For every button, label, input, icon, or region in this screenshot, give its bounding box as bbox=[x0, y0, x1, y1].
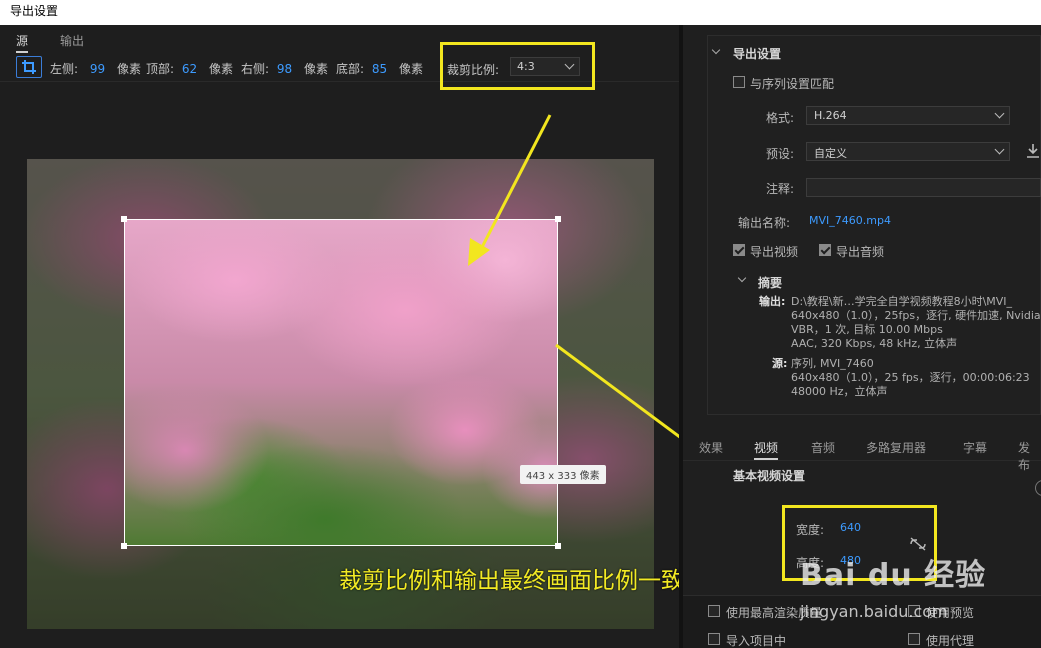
max-render-quality-checkbox[interactable] bbox=[708, 605, 720, 617]
output-name-link[interactable]: MVI_7460.mp4 bbox=[809, 214, 891, 227]
preset-select[interactable]: 自定义 bbox=[806, 142, 1010, 161]
match-sequence-label: 与序列设置匹配 bbox=[750, 77, 835, 91]
video-preview: 443 x 333 像素 bbox=[27, 159, 654, 629]
export-video-label: 导出视频 bbox=[750, 245, 799, 259]
crop-left-value[interactable]: 99 bbox=[90, 62, 105, 76]
export-video-checkbox[interactable] bbox=[733, 244, 745, 256]
crop-top-label: 顶部: bbox=[146, 62, 175, 76]
summary-output-line-4: AAC, 320 Kbps, 48 kHz, 立体声 bbox=[791, 337, 958, 350]
crop-top-unit: 像素 bbox=[208, 62, 233, 76]
summary-source-line-2: 640x480（1.0），25 fps，逐行，00:00:06:23 bbox=[791, 371, 1030, 384]
import-into-project-checkbox[interactable] bbox=[708, 633, 720, 645]
tab-video[interactable]: 视频 bbox=[754, 439, 779, 460]
use-proxy-label: 使用代理 bbox=[926, 634, 975, 648]
crop-right-value[interactable]: 98 bbox=[277, 62, 292, 76]
annotation-caption: 裁剪比例和输出最终画面比例一致 bbox=[339, 568, 684, 594]
crop-left-field: 左侧: 99 像素 bbox=[50, 60, 141, 77]
crop-handle-top-right[interactable] bbox=[555, 216, 561, 222]
crop-size-badge: 443 x 333 像素 bbox=[520, 465, 606, 484]
tab-source[interactable]: 源 bbox=[16, 32, 29, 53]
crop-left-unit: 像素 bbox=[116, 62, 141, 76]
use-proxy-checkbox[interactable] bbox=[908, 633, 920, 645]
crop-bottom-unit: 像素 bbox=[398, 62, 423, 76]
summary-output-label: 输出: bbox=[759, 295, 786, 308]
export-audio-label: 导出音频 bbox=[836, 245, 885, 259]
chevron-down-icon bbox=[994, 108, 1005, 119]
tab-output[interactable]: 输出 bbox=[60, 32, 84, 49]
crop-ratio-highlight bbox=[440, 42, 595, 90]
import-into-project-label: 导入项目中 bbox=[726, 634, 787, 648]
summary-source-label: 源: bbox=[772, 357, 788, 370]
summary-source-line-3: 48000 Hz，立体声 bbox=[791, 385, 888, 398]
crop-bottom-label: 底部: bbox=[336, 62, 365, 76]
export-audio-checkbox[interactable] bbox=[819, 244, 831, 256]
watermark-site: jingyan.baidu.com bbox=[800, 602, 948, 621]
comment-label: 注释: bbox=[766, 182, 795, 196]
format-label: 格式: bbox=[766, 111, 795, 125]
crop-right-unit: 像素 bbox=[303, 62, 328, 76]
match-sequence-checkbox[interactable] bbox=[733, 76, 745, 88]
tab-publish[interactable]: 发布 bbox=[1018, 439, 1041, 473]
tab-audio[interactable]: 音频 bbox=[811, 439, 835, 456]
tab-multiplexer[interactable]: 多路复用器 bbox=[866, 439, 926, 456]
summary-output-line-2: 640x480（1.0），25fps，逐行, 硬件加速, Nvidia bbox=[791, 309, 1041, 322]
crop-bottom-field: 底部: 85 像素 bbox=[336, 60, 423, 77]
crop-icon bbox=[22, 60, 36, 74]
summary-title: 摘要 bbox=[758, 276, 783, 290]
summary-source-line-1: 序列, MVI_7460 bbox=[791, 357, 874, 370]
crop-left-label: 左侧: bbox=[50, 62, 79, 76]
crop-bottom-value[interactable]: 85 bbox=[372, 62, 387, 76]
tab-effects[interactable]: 效果 bbox=[699, 439, 723, 456]
export-settings-title: 导出设置 bbox=[733, 47, 782, 61]
crop-handle-top-left[interactable] bbox=[121, 216, 127, 222]
tab-captions[interactable]: 字幕 bbox=[963, 439, 987, 456]
crop-region[interactable] bbox=[124, 219, 558, 546]
crop-handle-bottom-right[interactable] bbox=[555, 543, 561, 549]
comment-input[interactable] bbox=[806, 178, 1041, 197]
panel-knob[interactable] bbox=[1035, 480, 1041, 496]
baidu-watermark: Bai du 经验 jingyan.baidu.com bbox=[800, 550, 987, 621]
window-title: 导出设置 bbox=[0, 0, 1041, 25]
crop-right-label: 右侧: bbox=[241, 62, 270, 76]
crop-tool-button[interactable] bbox=[16, 56, 42, 78]
basic-video-settings-title: 基本视频设置 bbox=[733, 469, 806, 483]
format-value: H.264 bbox=[814, 109, 847, 122]
crop-right-field: 右侧: 98 像素 bbox=[241, 60, 328, 77]
chevron-down-icon bbox=[994, 144, 1005, 155]
summary-output-line-3: VBR，1 次, 目标 10.00 Mbps bbox=[791, 323, 943, 336]
watermark-logo: Bai du 经验 bbox=[800, 558, 987, 593]
summary-output-line-1: D:\教程\新…学完全自学视频教程8小时\MVI_ bbox=[791, 295, 1013, 308]
crop-handle-bottom-left[interactable] bbox=[121, 543, 127, 549]
crop-top-value[interactable]: 62 bbox=[182, 62, 197, 76]
save-preset-icon[interactable] bbox=[1026, 143, 1040, 159]
settings-tabs: 效果 视频 音频 多路复用器 字幕 发布 bbox=[683, 433, 1041, 472]
crop-top-field: 顶部: 62 像素 bbox=[146, 60, 233, 77]
preset-label: 预设: bbox=[766, 147, 795, 161]
preset-value: 自定义 bbox=[814, 147, 847, 160]
output-name-label: 输出名称: bbox=[738, 216, 791, 230]
format-select[interactable]: H.264 bbox=[806, 106, 1010, 125]
